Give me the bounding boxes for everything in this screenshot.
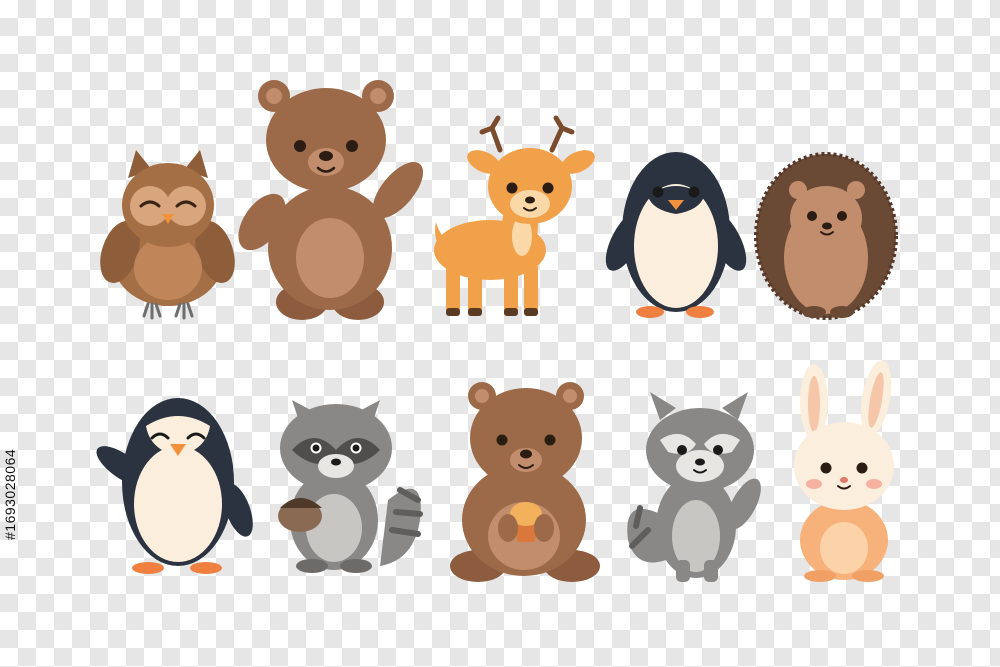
owl: [100, 150, 235, 320]
raccoon-holding-nut: [278, 400, 423, 573]
stock-image-id: #1693028064: [2, 449, 142, 540]
woodland-animals-illustration: [96, 80, 898, 582]
stock-image-id-text: #1693028064: [2, 448, 18, 540]
bear-waving: [238, 80, 424, 320]
penguin: [605, 152, 747, 318]
bear-sitting-with-cupcake: [450, 382, 600, 582]
hedgehog: [754, 152, 898, 320]
raccoon-waving: [627, 392, 761, 582]
deer: [434, 115, 595, 316]
bunny: [794, 360, 894, 582]
penguin-waving: [96, 398, 253, 574]
